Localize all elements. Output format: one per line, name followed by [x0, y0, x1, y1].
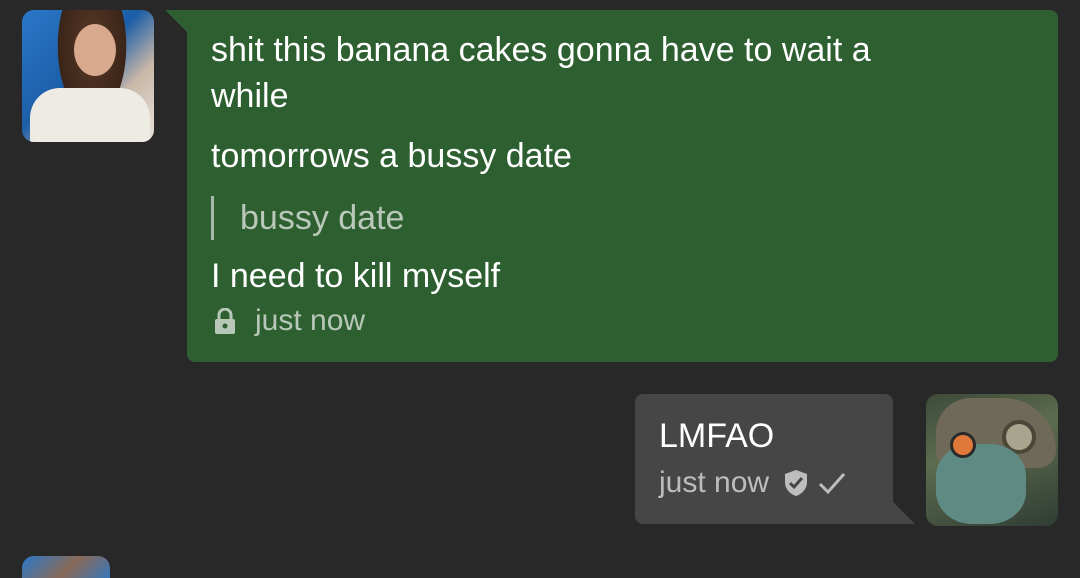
message-meta: just now — [659, 466, 847, 500]
message-line: shit this banana cakes gonna have to wai… — [211, 31, 871, 69]
message-line: tomorrows a bussy date — [211, 137, 572, 175]
message-text: LMFAO — [659, 417, 775, 455]
message-line: I need to kill myself — [211, 257, 501, 295]
message-timestamp: just now — [255, 304, 366, 337]
message-timestamp: just now — [659, 466, 770, 499]
chat-view: shit this banana cakes gonna have to wai… — [0, 0, 1080, 578]
outgoing-message-bubble[interactable]: LMFAO just now — [635, 394, 915, 524]
shield-check-icon — [785, 470, 808, 496]
sender-avatar[interactable] — [22, 10, 154, 142]
sender-avatar[interactable] — [22, 556, 110, 578]
quoted-text: bussy date — [211, 196, 404, 240]
incoming-message-bubble[interactable]: shit this banana cakes gonna have to wai… — [165, 10, 1058, 362]
message-line: while — [211, 77, 289, 115]
message-meta: just now — [213, 304, 365, 338]
lock-icon — [215, 308, 235, 334]
checkmark-icon — [819, 473, 846, 495]
user-avatar[interactable] — [926, 394, 1058, 526]
